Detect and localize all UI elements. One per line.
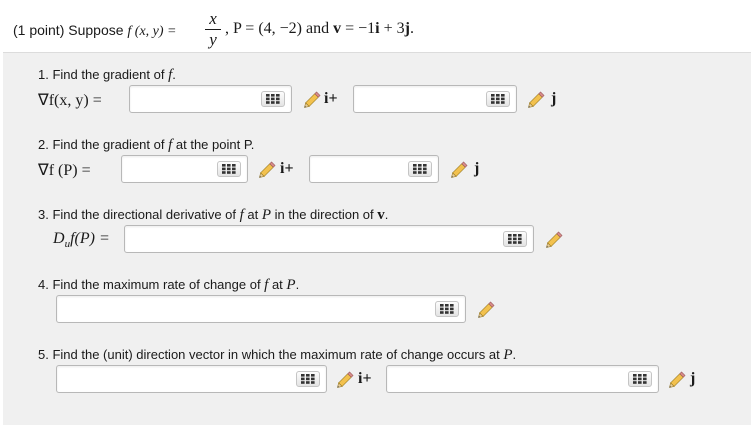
pencil-icon[interactable] [544,228,566,250]
q5-unit-i: i+ [358,370,372,387]
q1-j-input[interactable] [353,85,517,113]
question-3-text: 3. Find the directional derivative of f … [38,207,389,223]
q2-i-input[interactable] [121,155,248,183]
grid-icon[interactable] [503,231,527,247]
grid-icon[interactable] [296,371,320,387]
grid-icon[interactable] [628,371,652,387]
grid-icon[interactable] [486,91,510,107]
q4-input[interactable] [56,295,466,323]
grid-icon[interactable] [435,301,459,317]
q2-unit-j: j [474,160,480,177]
q2-unit-i: i+ [280,160,294,177]
q2-j-input[interactable] [309,155,439,183]
q1-label: ∇f(x, y) = [38,92,102,109]
grid-icon[interactable] [408,161,432,177]
pencil-icon[interactable] [449,158,471,180]
q3-label: Duf(P) = [53,230,110,251]
grid-icon[interactable] [217,161,241,177]
q5-j-input[interactable] [386,365,659,393]
header-prefix: (1 point) Suppose f (x, y) = [13,22,177,39]
q1-i-input[interactable] [129,85,292,113]
pencil-icon[interactable] [526,88,548,110]
grid-icon[interactable] [261,91,285,107]
q3-input[interactable] [124,225,534,253]
question-2-text: 2. Find the gradient of f at the point P… [38,137,255,153]
problem-header: (1 point) Suppose f (x, y) = x y , P = (… [13,8,743,52]
q2-label: ∇f (P) = [38,162,91,179]
header-suffix: , P = (4, −2) and v = −1i + 3j. [225,20,414,37]
pencil-icon[interactable] [335,368,357,390]
q5-i-input[interactable] [56,365,327,393]
question-5-text: 5. Find the (unit) direction vector in w… [38,347,517,363]
pencil-icon[interactable] [476,298,498,320]
pencil-icon[interactable] [302,88,324,110]
pencil-icon[interactable] [257,158,279,180]
fraction-x-over-y: x y [205,10,221,49]
pencil-icon[interactable] [667,368,689,390]
q1-unit-i: i+ [324,90,338,107]
question-1-text: 1. Find the gradient of f. [38,67,176,83]
question-4-text: 4. Find the maximum rate of change of f … [38,277,300,293]
q1-unit-j: j [551,90,557,107]
q5-unit-j: j [690,370,696,387]
